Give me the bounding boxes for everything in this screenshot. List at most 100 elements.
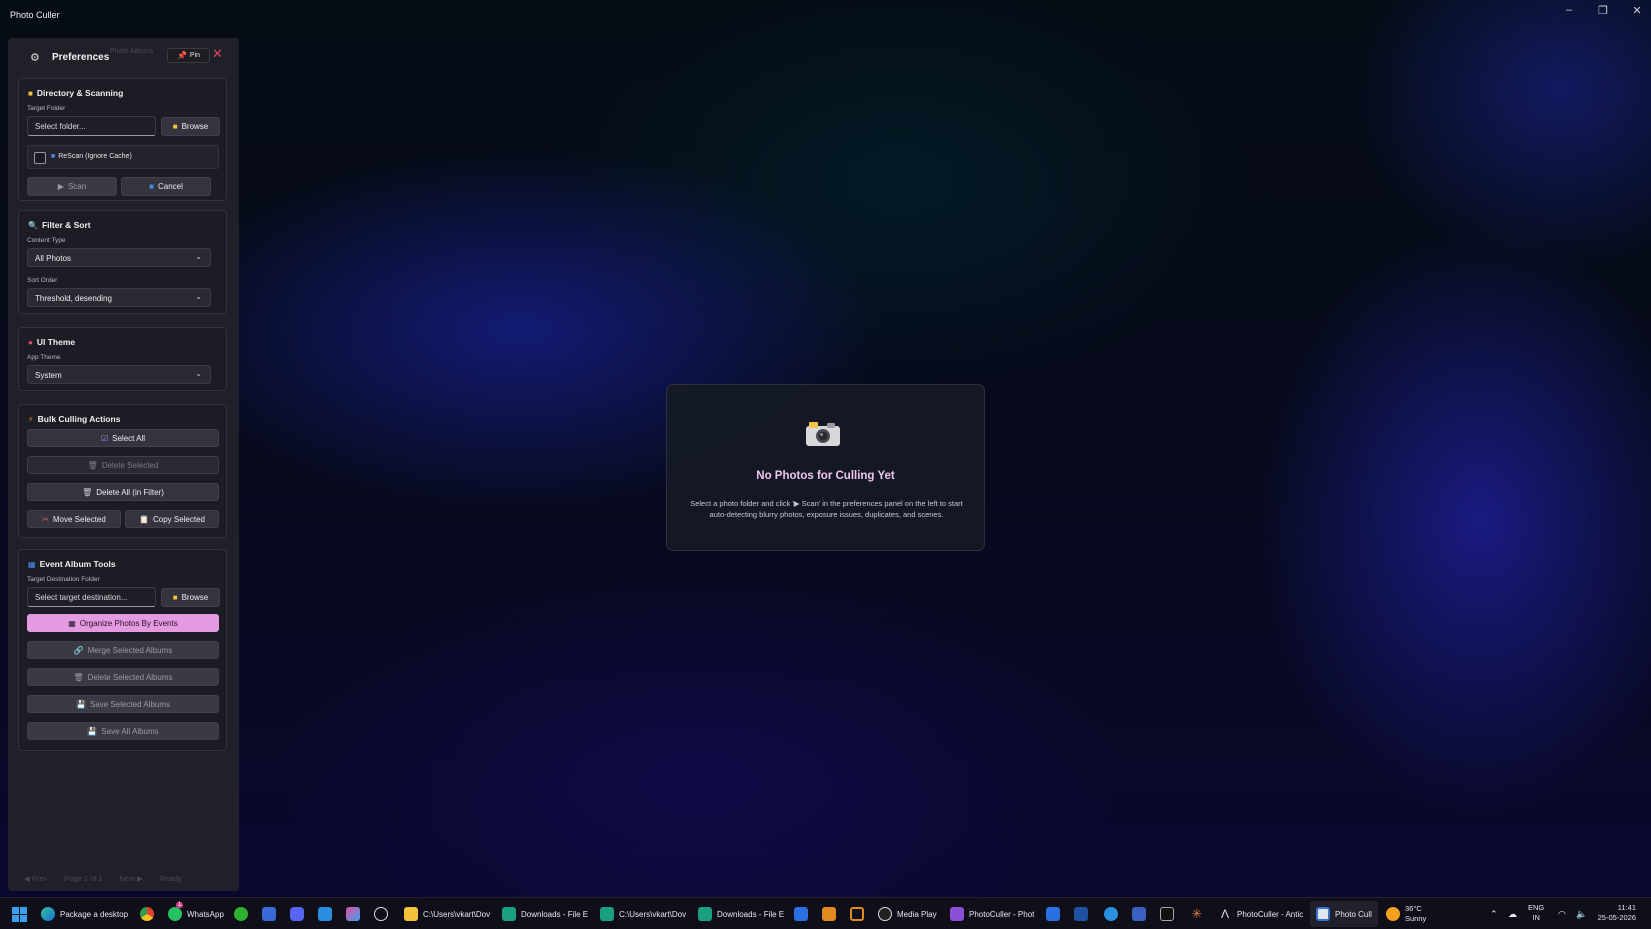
sun-icon (1386, 907, 1400, 921)
taskbar-item-antigravity[interactable]: Λ PhotoCuller - Antic (1218, 906, 1303, 922)
chrome-icon (140, 907, 154, 921)
directory-section: ■ Directory & Scanning Target Folder Sel… (18, 78, 227, 201)
vscode-icon (318, 907, 332, 921)
taskbar-item-edge[interactable]: Package a desktop (41, 906, 128, 922)
chevron-up-icon[interactable]: ⌃ (1490, 906, 1498, 922)
taskbar-item-claude[interactable]: ✳ (1190, 906, 1204, 922)
checkbox-checked-icon: ☑ (100, 433, 109, 443)
taskbar-item-media-player[interactable]: Media Play (878, 906, 937, 922)
empty-state-description: Select a photo folder and click '▶ Scan'… (690, 499, 963, 519)
section-title: UI Theme (36, 337, 76, 347)
rescan-checkbox[interactable] (34, 152, 46, 164)
close-panel-icon[interactable]: ✕ (212, 46, 223, 62)
minimize-button[interactable]: – (1563, 4, 1575, 17)
taskbar-item-chatgpt[interactable] (374, 906, 388, 922)
taskbar-item-vscode[interactable] (318, 906, 332, 922)
copy-selected-button[interactable]: 📋 Copy Selected (125, 510, 219, 528)
taskbar-item-chrome[interactable] (140, 906, 154, 922)
wifi-icon[interactable]: ◠ (1558, 906, 1566, 922)
taskbar-item-app-5[interactable] (1046, 906, 1060, 922)
taskbar-item-photo-culler[interactable]: Photo Cull (1310, 901, 1378, 927)
destination-input[interactable]: Select target destination... (27, 587, 156, 607)
pin-button[interactable]: 📌 Pin (167, 48, 210, 63)
app-window-icon (1316, 907, 1330, 921)
visual-studio-icon (950, 907, 964, 921)
taskbar-item-powershell[interactable] (1074, 906, 1088, 922)
section-title: Directory & Scanning (36, 88, 124, 98)
album-tools-section: ▦ Event Album Tools Target Destination F… (18, 549, 227, 751)
delete-all-button[interactable]: 🗑 Delete All (in Filter) (27, 483, 219, 501)
delete-albums-button[interactable]: 🗑 Delete Selected Albums (27, 668, 219, 686)
lightning-icon: ⚡ (28, 414, 34, 424)
scan-button[interactable]: ▶ Scan (27, 177, 117, 196)
edge-icon (41, 907, 55, 921)
app-theme-select[interactable]: System ⌄ (27, 365, 211, 384)
browse-destination-button[interactable]: ■ Browse (161, 588, 220, 607)
taskbar-item-terminal[interactable] (1160, 906, 1174, 922)
next-page-button[interactable]: Next ▶ (120, 874, 143, 883)
pin-icon: 📌 (176, 51, 187, 60)
chevron-down-icon: ⌄ (195, 369, 202, 378)
save-icon: 💾 (87, 726, 98, 736)
move-selected-button[interactable]: ✂ Move Selected (27, 510, 121, 528)
app-icon (1132, 907, 1146, 921)
taskbar-item-downloads-1[interactable]: Downloads - File E (502, 906, 588, 922)
save-all-albums-button[interactable]: 💾 Save All Albums (27, 722, 219, 740)
close-window-button[interactable]: ✕ (1631, 4, 1643, 17)
volume-icon[interactable]: 🔈 (1576, 906, 1587, 922)
browse-button[interactable]: ■ Browse (161, 117, 220, 136)
prev-page-button[interactable]: ◀ Prev (24, 874, 47, 883)
sparkle-icon: ✳ (1191, 906, 1203, 921)
organize-events-button[interactable]: ▦ Organize Photos By Events (27, 614, 219, 632)
weather-temp: 36°C (1405, 904, 1422, 913)
target-folder-input[interactable]: Select folder... (27, 116, 156, 136)
taskbar-item-app-2[interactable] (794, 906, 808, 922)
sort-order-label: Sort Order (27, 277, 58, 284)
taskbar-item-visual-studio[interactable]: PhotoCuller - Phot (950, 906, 1034, 922)
taskbar-item-docker[interactable] (1104, 906, 1118, 922)
taskbar-item-explorer-1[interactable]: C:\Users\vkart\Dov (404, 906, 490, 922)
gear-icon: ⚙ (30, 52, 40, 64)
download-icon (698, 907, 712, 921)
filter-section: 🔍 Filter & Sort Content Type All Photos … (18, 210, 227, 314)
discord-icon (290, 907, 304, 921)
language-indicator[interactable]: ENG IN (1528, 903, 1544, 923)
page-indicator: Page 1 of 1 (64, 874, 103, 883)
sort-order-select[interactable]: Threshold, desending ⌄ (27, 288, 211, 307)
terminal-icon (600, 907, 614, 921)
camera-icon (806, 422, 840, 446)
delete-selected-button[interactable]: 🗑 Delete Selected (27, 456, 219, 474)
calendar-icon: ▦ (28, 559, 36, 569)
restore-button[interactable]: ❐ (1597, 4, 1609, 17)
cancel-button[interactable]: ■ Cancel (121, 177, 211, 196)
merge-albums-button[interactable]: 🔗 Merge Selected Albums (27, 641, 219, 659)
weather-desc: Sunny (1405, 914, 1427, 923)
title-bar: Photo Culler – ❐ ✕ (0, 0, 1651, 30)
taskbar-item-app-3[interactable] (822, 906, 836, 922)
rescan-row[interactable]: ■ ReScan (Ignore Cache) (27, 145, 219, 169)
taskbar-item-app-4[interactable] (850, 906, 864, 922)
weather-widget[interactable]: 36°C Sunny (1386, 904, 1427, 923)
chatgpt-icon (374, 907, 388, 921)
select-all-button[interactable]: ☑ Select All (27, 429, 219, 447)
taskbar-item-downloads-2[interactable]: Downloads - File E (698, 906, 784, 922)
taskbar-item-whatsapp[interactable]: 1 WhatsApp (168, 902, 224, 922)
clock[interactable]: 11:41 25-05-2026 (1596, 903, 1636, 923)
start-button[interactable] (12, 906, 27, 922)
folder-icon: ■ (172, 593, 178, 602)
app-theme-label: App Theme (27, 354, 61, 361)
xbox-icon (234, 907, 248, 921)
save-selected-albums-button[interactable]: 💾 Save Selected Albums (27, 695, 219, 713)
download-icon (502, 907, 516, 921)
taskbar-item-xbox[interactable] (234, 906, 248, 922)
taskbar-item-app-6[interactable] (1132, 906, 1146, 922)
taskbar-item-discord[interactable] (290, 906, 304, 922)
empty-state-card: No Photos for Culling Yet Select a photo… (666, 384, 985, 551)
taskbar-item-explorer-2[interactable]: C:\Users\vkart\Dov (600, 906, 686, 922)
app-icon (262, 907, 276, 921)
taskbar-item-copilot[interactable] (346, 906, 360, 922)
content-type-select[interactable]: All Photos ⌄ (27, 248, 211, 267)
taskbar-item-app[interactable] (262, 906, 276, 922)
cloud-icon[interactable]: ☁ (1508, 906, 1517, 922)
app-title: Photo Culler (10, 10, 60, 20)
